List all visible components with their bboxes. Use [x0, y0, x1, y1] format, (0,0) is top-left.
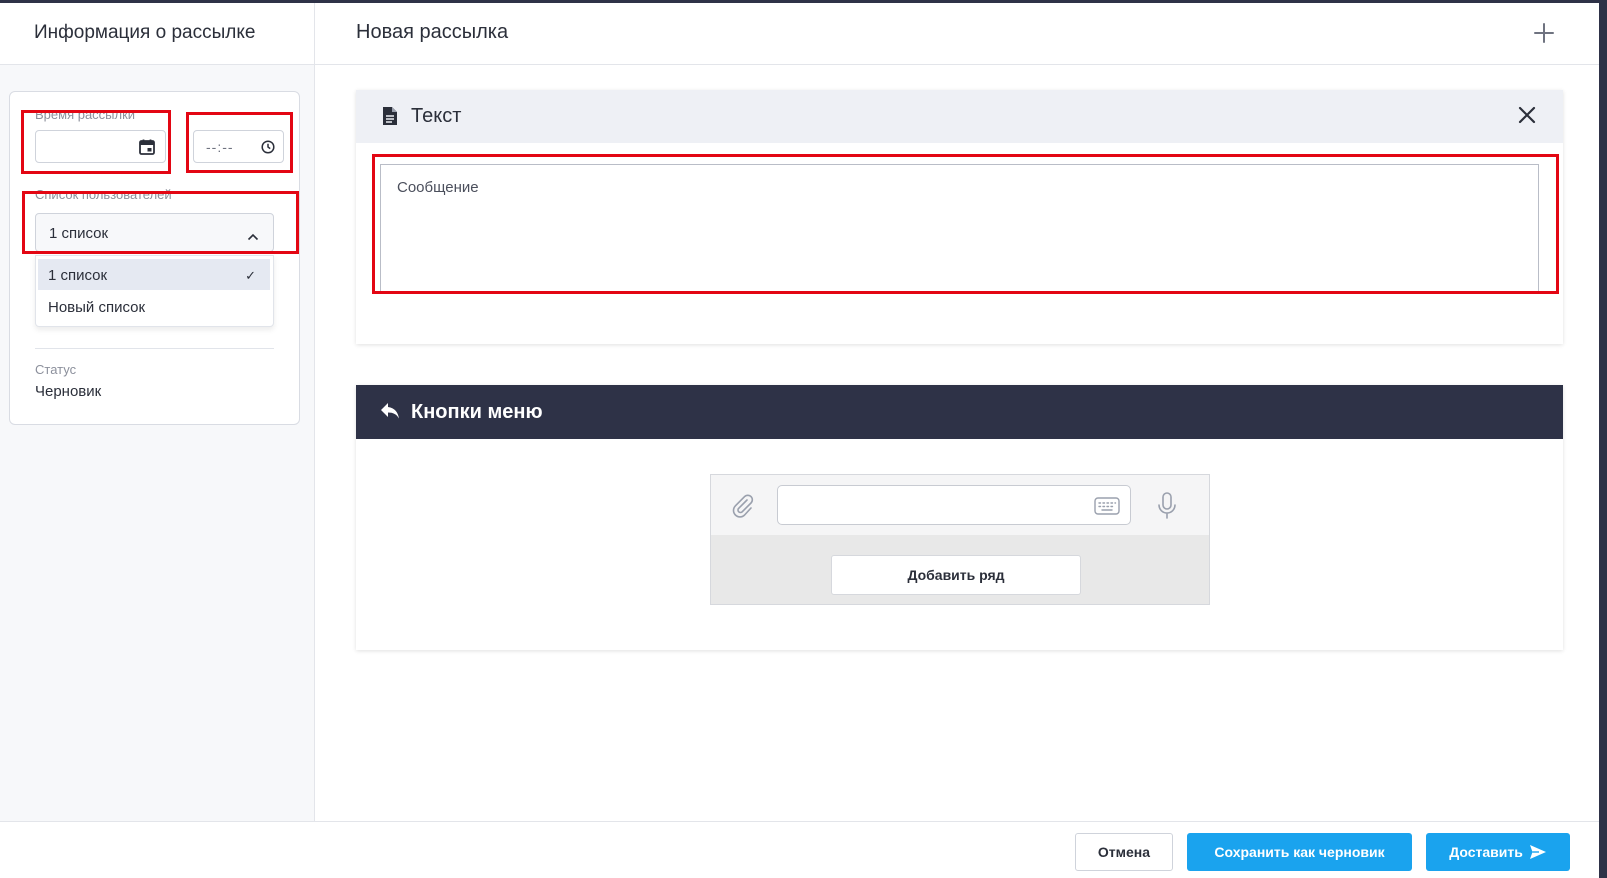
date-input[interactable] [35, 130, 166, 163]
sidebar-title: Информация о рассылке [34, 22, 256, 43]
schedule-label: Время рассылки [35, 107, 136, 122]
close-icon[interactable] [1518, 106, 1536, 129]
time-input[interactable]: --:-- [193, 130, 284, 163]
status-value: Черновик [35, 383, 102, 400]
user-list-select[interactable]: 1 список [35, 213, 274, 252]
check-icon: ✓ [245, 268, 256, 283]
paperclip-icon[interactable] [729, 492, 755, 523]
header-divider [314, 3, 315, 65]
chat-input-field[interactable] [777, 485, 1131, 525]
microphone-icon[interactable] [1156, 491, 1178, 526]
send-button-label: Доставить [1449, 844, 1523, 860]
menu-buttons-title: Кнопки меню [411, 401, 543, 423]
dropdown-option-2[interactable]: Новый список [38, 291, 270, 322]
time-placeholder: --:-- [206, 139, 234, 155]
info-card: Время рассылки --:-- Список пользователе… [9, 91, 300, 425]
add-row-button[interactable]: Добавить ряд [831, 555, 1081, 595]
page-title: Новая рассылка [356, 21, 509, 43]
send-button[interactable]: Доставить [1426, 833, 1570, 871]
header: Информация о рассылке Новая рассылка [0, 3, 1599, 65]
cancel-button[interactable]: Отмена [1075, 833, 1173, 871]
dropdown-option-label: Новый список [48, 299, 146, 316]
send-icon [1529, 845, 1547, 863]
plus-icon[interactable] [1532, 21, 1556, 45]
calendar-icon[interactable] [138, 138, 156, 161]
sidebar: Время рассылки --:-- Список пользователе… [0, 65, 315, 821]
clock-icon[interactable] [261, 140, 275, 159]
keyboard-preview: Добавить ряд [710, 474, 1210, 605]
text-block-card: Текст Сообщение [356, 90, 1563, 344]
chat-input-bar [711, 475, 1209, 535]
user-list-label: Список пользователей [35, 187, 172, 202]
footer-bar: Отмена Сохранить как черновик Доставить [0, 821, 1599, 878]
card-divider [35, 348, 274, 349]
keyboard-icon[interactable] [1094, 497, 1120, 520]
text-block-header: Текст [356, 90, 1563, 143]
menu-buttons-header: Кнопки меню [356, 385, 1563, 439]
save-draft-button[interactable]: Сохранить как черновик [1187, 833, 1412, 871]
chevron-up-icon [247, 228, 259, 246]
reply-arrow-icon [380, 402, 400, 425]
text-block-title: Текст [411, 105, 462, 127]
selected-list: 1 список [49, 225, 109, 242]
status-label: Статус [35, 362, 77, 377]
dropdown-option-1[interactable]: 1 список ✓ [38, 259, 270, 290]
document-icon [382, 106, 398, 131]
dropdown-option-label: 1 список [48, 267, 108, 284]
user-list-dropdown: 1 список ✓ Новый список [35, 255, 274, 327]
message-placeholder: Сообщение [397, 179, 479, 196]
menu-buttons-card: Кнопки меню Добавить ряд [356, 385, 1563, 650]
app-window: Информация о рассылке Новая рассылка Вре… [0, 0, 1607, 878]
message-textarea[interactable]: Сообщение [380, 164, 1539, 292]
